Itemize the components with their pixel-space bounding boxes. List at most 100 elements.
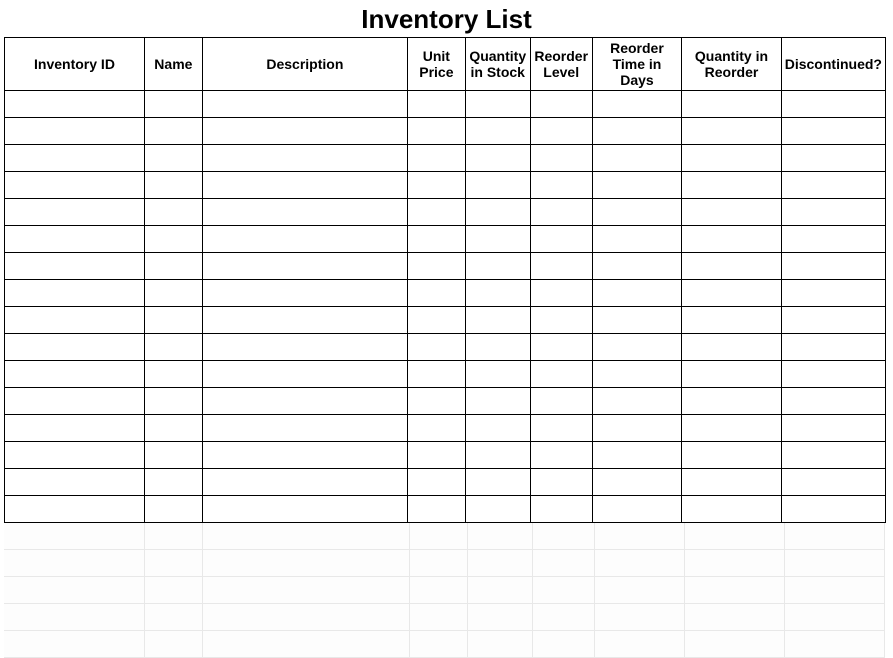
spreadsheet-cell[interactable]: [533, 631, 595, 658]
spreadsheet-cell[interactable]: [410, 550, 468, 577]
table-cell[interactable]: [407, 442, 465, 469]
table-cell[interactable]: [592, 118, 682, 145]
table-cell[interactable]: [407, 415, 465, 442]
spreadsheet-cell[interactable]: [685, 577, 785, 604]
spreadsheet-cell[interactable]: [468, 631, 533, 658]
spreadsheet-cell[interactable]: [145, 604, 203, 631]
table-cell[interactable]: [530, 388, 592, 415]
table-cell[interactable]: [144, 253, 202, 280]
table-cell[interactable]: [202, 442, 407, 469]
table-cell[interactable]: [592, 361, 682, 388]
table-cell[interactable]: [5, 226, 145, 253]
table-cell[interactable]: [144, 226, 202, 253]
table-cell[interactable]: [407, 199, 465, 226]
table-cell[interactable]: [465, 91, 530, 118]
table-cell[interactable]: [5, 496, 145, 523]
spreadsheet-cell[interactable]: [410, 604, 468, 631]
table-cell[interactable]: [5, 388, 145, 415]
table-cell[interactable]: [5, 172, 145, 199]
table-cell[interactable]: [592, 307, 682, 334]
spreadsheet-cell[interactable]: [410, 631, 468, 658]
table-cell[interactable]: [407, 253, 465, 280]
table-cell[interactable]: [465, 469, 530, 496]
table-cell[interactable]: [530, 307, 592, 334]
table-cell[interactable]: [592, 334, 682, 361]
table-cell[interactable]: [144, 199, 202, 226]
table-cell[interactable]: [465, 253, 530, 280]
table-cell[interactable]: [202, 334, 407, 361]
table-cell[interactable]: [407, 145, 465, 172]
table-cell[interactable]: [781, 442, 885, 469]
table-cell[interactable]: [5, 199, 145, 226]
table-cell[interactable]: [781, 172, 885, 199]
table-cell[interactable]: [682, 388, 781, 415]
table-cell[interactable]: [144, 496, 202, 523]
spreadsheet-cell[interactable]: [4, 523, 145, 550]
table-cell[interactable]: [465, 496, 530, 523]
spreadsheet-cell[interactable]: [785, 523, 885, 550]
table-cell[interactable]: [530, 199, 592, 226]
spreadsheet-cell[interactable]: [468, 577, 533, 604]
table-cell[interactable]: [407, 91, 465, 118]
table-cell[interactable]: [592, 280, 682, 307]
table-cell[interactable]: [781, 307, 885, 334]
spreadsheet-cell[interactable]: [145, 631, 203, 658]
table-cell[interactable]: [530, 118, 592, 145]
spreadsheet-cell[interactable]: [4, 577, 145, 604]
spreadsheet-cell[interactable]: [4, 631, 145, 658]
spreadsheet-cell[interactable]: [203, 550, 410, 577]
table-cell[interactable]: [682, 469, 781, 496]
table-cell[interactable]: [781, 469, 885, 496]
table-cell[interactable]: [781, 415, 885, 442]
table-cell[interactable]: [682, 118, 781, 145]
table-cell[interactable]: [5, 442, 145, 469]
spreadsheet-cell[interactable]: [685, 604, 785, 631]
table-cell[interactable]: [530, 226, 592, 253]
table-cell[interactable]: [530, 145, 592, 172]
table-cell[interactable]: [682, 253, 781, 280]
table-cell[interactable]: [5, 118, 145, 145]
table-cell[interactable]: [592, 226, 682, 253]
table-cell[interactable]: [465, 415, 530, 442]
table-cell[interactable]: [592, 145, 682, 172]
table-cell[interactable]: [202, 172, 407, 199]
table-cell[interactable]: [144, 280, 202, 307]
table-cell[interactable]: [465, 280, 530, 307]
spreadsheet-cell[interactable]: [145, 577, 203, 604]
table-cell[interactable]: [407, 469, 465, 496]
spreadsheet-cell[interactable]: [203, 577, 410, 604]
table-cell[interactable]: [202, 307, 407, 334]
table-cell[interactable]: [682, 91, 781, 118]
table-cell[interactable]: [781, 253, 885, 280]
table-cell[interactable]: [202, 496, 407, 523]
spreadsheet-cell[interactable]: [533, 577, 595, 604]
table-cell[interactable]: [682, 361, 781, 388]
table-cell[interactable]: [465, 442, 530, 469]
spreadsheet-cell[interactable]: [203, 523, 410, 550]
table-cell[interactable]: [530, 334, 592, 361]
table-cell[interactable]: [781, 118, 885, 145]
spreadsheet-cell[interactable]: [595, 550, 685, 577]
table-cell[interactable]: [530, 469, 592, 496]
spreadsheet-cell[interactable]: [410, 577, 468, 604]
spreadsheet-cell[interactable]: [685, 631, 785, 658]
spreadsheet-cell[interactable]: [4, 550, 145, 577]
table-cell[interactable]: [682, 172, 781, 199]
table-cell[interactable]: [144, 361, 202, 388]
table-cell[interactable]: [592, 253, 682, 280]
spreadsheet-cell[interactable]: [203, 631, 410, 658]
table-cell[interactable]: [530, 361, 592, 388]
table-cell[interactable]: [465, 118, 530, 145]
table-cell[interactable]: [682, 307, 781, 334]
spreadsheet-cell[interactable]: [595, 577, 685, 604]
table-cell[interactable]: [530, 415, 592, 442]
table-cell[interactable]: [592, 91, 682, 118]
table-cell[interactable]: [592, 172, 682, 199]
table-cell[interactable]: [407, 334, 465, 361]
spreadsheet-cell[interactable]: [533, 604, 595, 631]
table-cell[interactable]: [5, 91, 145, 118]
table-cell[interactable]: [202, 280, 407, 307]
table-cell[interactable]: [5, 280, 145, 307]
table-cell[interactable]: [144, 334, 202, 361]
spreadsheet-cell[interactable]: [468, 550, 533, 577]
